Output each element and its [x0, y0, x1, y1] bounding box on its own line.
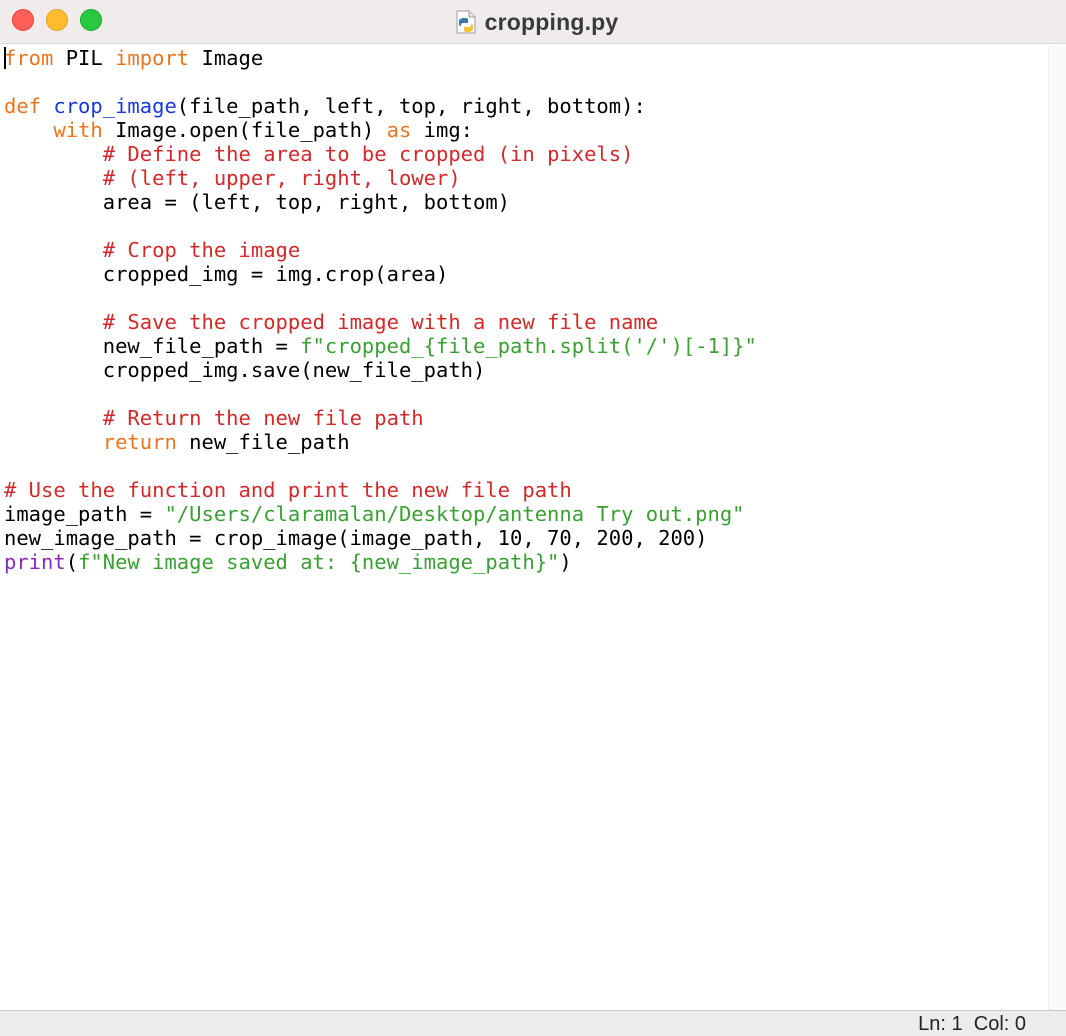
code-line[interactable]: # Save the cropped image with a new file…: [4, 310, 1048, 334]
code-token: PIL: [53, 46, 116, 70]
code-line[interactable]: [4, 286, 1048, 310]
title-bar[interactable]: cropping.py: [0, 0, 1066, 44]
code-line[interactable]: [4, 382, 1048, 406]
code-token: crop_image: [53, 94, 177, 118]
code-token: area = (left, top, right, bottom): [4, 190, 511, 214]
code-token: cropped_img.save(new_file_path): [4, 358, 486, 382]
code-token: # Return the new file path: [102, 406, 424, 430]
code-token: from: [4, 46, 54, 70]
code-line[interactable]: # Crop the image: [4, 238, 1048, 262]
code-line[interactable]: new_image_path = crop_image(image_path, …: [4, 526, 1048, 550]
code-token: Image: [189, 46, 264, 70]
code-text[interactable]: from PIL import Image def crop_image(fil…: [0, 46, 1048, 574]
code-token: (: [65, 550, 79, 574]
status-bar: Ln: 1 Col: 0: [0, 1010, 1066, 1036]
code-token: new_file_path =: [4, 334, 301, 358]
code-token: print: [4, 550, 66, 574]
code-line[interactable]: # Use the function and print the new fil…: [4, 478, 1048, 502]
code-token: cropped_img = img.crop(area): [4, 262, 449, 286]
code-token: img:: [411, 118, 474, 142]
code-token: def: [4, 94, 42, 118]
code-line[interactable]: [4, 70, 1048, 94]
code-line[interactable]: [4, 214, 1048, 238]
code-line[interactable]: return new_file_path: [4, 430, 1048, 454]
code-token: as: [386, 118, 412, 142]
code-line[interactable]: cropped_img = img.crop(area): [4, 262, 1048, 286]
code-token: # Crop the image: [102, 238, 301, 262]
code-line[interactable]: image_path = "/Users/claramalan/Desktop/…: [4, 502, 1048, 526]
editor-window: cropping.py from PIL import Image def cr…: [0, 0, 1066, 1036]
zoom-window-button[interactable]: [80, 9, 102, 31]
code-token: # Save the cropped image with a new file…: [102, 310, 659, 334]
code-line[interactable]: def crop_image(file_path, left, top, rig…: [4, 94, 1048, 118]
code-token: # Use the function and print the new fil…: [4, 478, 572, 502]
code-token: new_image_path = crop_image(image_path, …: [4, 526, 708, 550]
code-token: f"New image saved at: {new_image_path}": [78, 550, 560, 574]
window-title: cropping.py: [484, 8, 619, 35]
code-token: (file_path, left, top, right, bottom):: [176, 94, 646, 118]
code-token: with: [53, 118, 103, 142]
cursor-position: Ln: 1 Col: 0: [918, 1013, 1026, 1035]
code-line[interactable]: # Return the new file path: [4, 406, 1048, 430]
code-token: # Define the area to be cropped (in pixe…: [102, 142, 634, 166]
code-line[interactable]: with Image.open(file_path) as img:: [4, 118, 1048, 142]
code-line[interactable]: cropped_img.save(new_file_path): [4, 358, 1048, 382]
title-area: cropping.py: [0, 0, 1066, 44]
minimize-window-button[interactable]: [46, 9, 68, 31]
python-file-icon[interactable]: [456, 10, 476, 34]
vertical-scrollbar[interactable]: [1048, 46, 1066, 1010]
code-line[interactable]: # (left, upper, right, lower): [4, 166, 1048, 190]
code-line[interactable]: from PIL import Image: [4, 46, 1048, 70]
code-line[interactable]: print(f"New image saved at: {new_image_p…: [4, 550, 1048, 574]
code-token: image_path =: [4, 502, 165, 526]
code-editor[interactable]: from PIL import Image def crop_image(fil…: [0, 46, 1048, 1010]
close-window-button[interactable]: [12, 9, 34, 31]
code-token: import: [115, 46, 190, 70]
code-line[interactable]: # Define the area to be cropped (in pixe…: [4, 142, 1048, 166]
code-token: "/Users/claramalan/Desktop/antenna Try o…: [164, 502, 745, 526]
code-token: ): [559, 550, 572, 574]
code-line[interactable]: area = (left, top, right, bottom): [4, 190, 1048, 214]
code-token: # (left, upper, right, lower): [102, 166, 461, 190]
code-token: Image.open(file_path): [102, 118, 387, 142]
code-token: f"cropped_{file_path.split('/')[-1]}": [300, 334, 757, 358]
window-title-group: cropping.py: [456, 9, 619, 36]
code-token: new_file_path: [176, 430, 350, 454]
code-line[interactable]: new_file_path = f"cropped_{file_path.spl…: [4, 334, 1048, 358]
code-token: return: [102, 430, 177, 454]
code-line[interactable]: [4, 454, 1048, 478]
